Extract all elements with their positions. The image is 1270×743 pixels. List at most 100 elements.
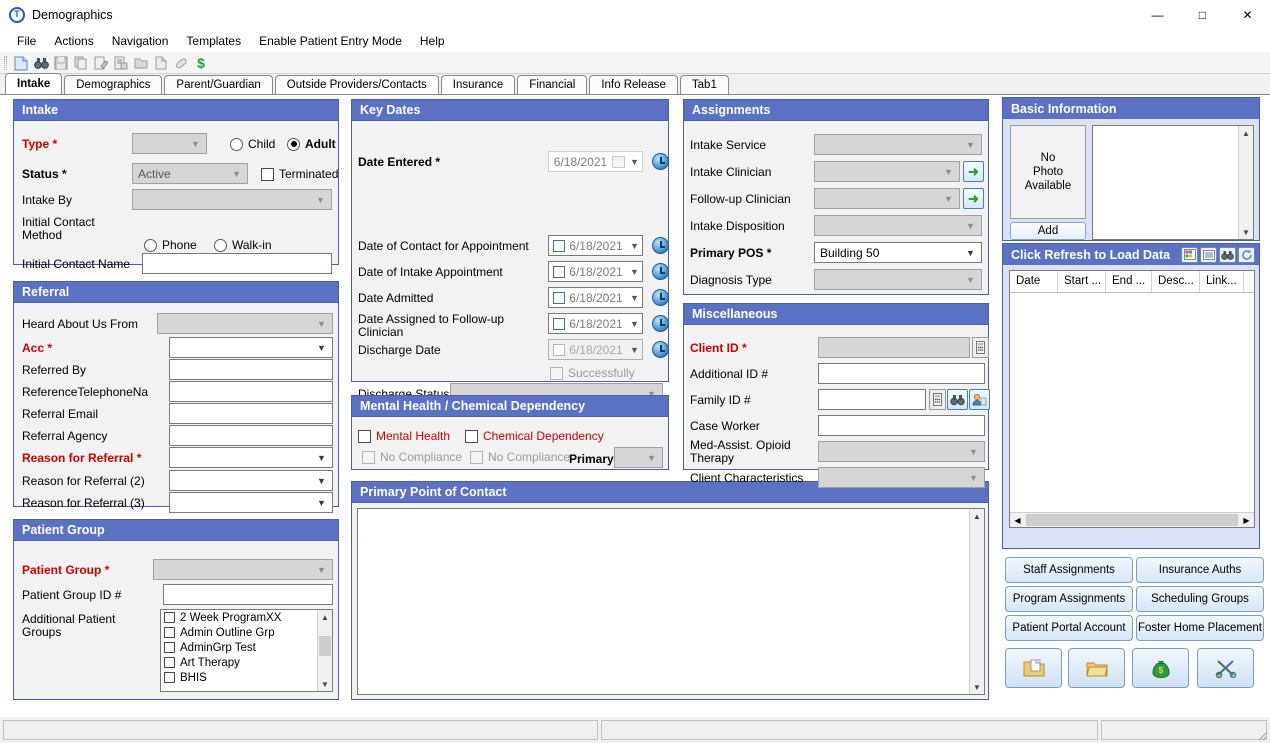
menu-item-file[interactable]: File	[8, 32, 45, 50]
list-view-icon[interactable]	[1200, 247, 1217, 263]
intake-clinician-combo[interactable]: ▼	[814, 161, 960, 182]
checkbox-chemical-dependency[interactable]: Chemical Dependency	[465, 429, 604, 443]
foster-home-placement-button[interactable]: Foster Home Placement	[1136, 615, 1264, 641]
client-id-lookup-button[interactable]	[972, 337, 989, 358]
tab-outside-providers-contacts[interactable]: Outside Providers/Contacts	[275, 75, 439, 94]
checkbox-mental-health[interactable]: Mental Health	[358, 429, 450, 443]
family-id-input[interactable]	[818, 389, 926, 410]
type-combo[interactable]: ▼	[132, 133, 207, 154]
menu-item-templates[interactable]: Templates	[177, 32, 250, 50]
family-id-lookup-button[interactable]	[929, 389, 946, 410]
referral-email-input[interactable]	[169, 403, 333, 424]
list-item-checkbox[interactable]	[164, 642, 175, 653]
discharge-date-field[interactable]: 6/18/2021 ▼	[548, 339, 643, 360]
grid-horizontal-scrollbar[interactable]: ◀ ▶	[1010, 512, 1254, 527]
case-worker-input[interactable]	[818, 415, 985, 436]
chevron-down-icon[interactable]: ▼	[627, 319, 642, 329]
radio-walkin[interactable]: Walk-in	[214, 238, 272, 252]
tab-intake[interactable]: Intake	[5, 73, 62, 94]
checkbox-terminated[interactable]: Terminated	[261, 167, 338, 181]
scroll-left-icon[interactable]: ◀	[1010, 513, 1025, 527]
minimize-button[interactable]: —	[1135, 0, 1180, 30]
scroll-right-icon[interactable]: ▶	[1239, 513, 1254, 527]
primary-point-of-contact-textarea[interactable]: ▲ ▼	[357, 508, 985, 695]
grid-column-start[interactable]: Start ...	[1058, 271, 1106, 292]
family-find-binoculars-icon[interactable]	[947, 389, 968, 410]
intake-clinician-goto-button[interactable]: ➜	[963, 161, 984, 182]
reason-for-referral-2-combo[interactable]: ▼	[169, 470, 333, 491]
clock-icon-date-assigned[interactable]	[652, 315, 669, 332]
checkbox-no-compliance-mh[interactable]: No Compliance	[362, 450, 462, 464]
radio-phone[interactable]: Phone	[144, 238, 197, 252]
discharge-date-checkbox[interactable]	[553, 344, 565, 356]
tab-tab1[interactable]: Tab1	[680, 75, 729, 94]
client-characteristics-combo[interactable]: ▼	[818, 467, 985, 488]
date-contact-appointment-checkbox[interactable]	[553, 240, 565, 252]
tab-parent-guardian[interactable]: Parent/Guardian	[164, 75, 272, 94]
list-item-checkbox[interactable]	[164, 627, 175, 638]
chevron-down-icon[interactable]: ▼	[627, 345, 642, 355]
list-item[interactable]: 2 Week ProgramXX	[161, 610, 332, 625]
menu-item-help[interactable]: Help	[411, 32, 454, 50]
folder-document-icon-button[interactable]	[1005, 648, 1062, 688]
date-entered-field[interactable]: 6/18/2021 ▼	[548, 151, 643, 172]
refresh-data-grid[interactable]: Date Start ... End ... Desc... Link... ◀…	[1009, 270, 1255, 528]
scrollbar-thumb[interactable]	[319, 636, 331, 656]
chevron-down-icon[interactable]: ▼	[627, 241, 642, 251]
staff-assignments-button[interactable]: Staff Assignments	[1005, 557, 1133, 583]
grid-column-end[interactable]: End ...	[1106, 271, 1152, 292]
client-id-input[interactable]	[818, 337, 970, 358]
resize-grip[interactable]	[1256, 729, 1268, 741]
checkbox-no-compliance-cd[interactable]: No Compliance	[470, 450, 570, 464]
scroll-up-icon[interactable]: ▲	[970, 509, 984, 523]
document-icon[interactable]	[151, 53, 171, 73]
menu-item-navigation[interactable]: Navigation	[103, 32, 178, 50]
maximize-button[interactable]: □	[1180, 0, 1225, 30]
radio-child[interactable]: Child	[230, 137, 275, 151]
chevron-down-icon[interactable]: ▼	[627, 157, 642, 167]
patient-group-id-input[interactable]	[163, 584, 333, 605]
calendar-icon[interactable]	[612, 156, 625, 168]
insurance-auths-button[interactable]: Insurance Auths	[1136, 557, 1264, 583]
list-item[interactable]: Art Therapy	[161, 655, 332, 670]
chevron-down-icon[interactable]: ▼	[627, 293, 642, 303]
reason-for-referral-combo[interactable]: ▼	[169, 447, 333, 468]
scissors-tools-icon-button[interactable]	[1197, 648, 1254, 688]
patient-group-combo[interactable]: ▼	[153, 559, 333, 580]
copy-icon[interactable]	[71, 53, 91, 73]
referral-agency-input[interactable]	[169, 425, 333, 446]
find-binoculars-icon[interactable]	[31, 53, 51, 73]
acc-combo[interactable]: ▼	[169, 337, 333, 358]
clock-icon-discharge-date[interactable]	[652, 341, 669, 358]
date-intake-appointment-field[interactable]: 6/18/2021 ▼	[548, 261, 643, 282]
list-item-checkbox[interactable]	[164, 612, 175, 623]
report-icon[interactable]	[111, 53, 131, 73]
save-icon[interactable]	[51, 53, 71, 73]
followup-clinician-goto-button[interactable]: ➜	[963, 188, 984, 209]
additional-id-input[interactable]	[818, 363, 985, 384]
new-document-icon[interactable]	[11, 53, 31, 73]
grid-column-link[interactable]: Link...	[1200, 271, 1244, 292]
tab-insurance[interactable]: Insurance	[441, 75, 516, 94]
find-binoculars-icon[interactable]	[1219, 247, 1236, 263]
tab-info-release[interactable]: Info Release	[589, 75, 678, 94]
clock-icon-date-contact[interactable]	[652, 237, 669, 254]
clock-icon-date-admitted[interactable]	[652, 289, 669, 306]
menu-item-actions[interactable]: Actions	[45, 32, 102, 50]
list-item[interactable]: AdminGrp Test	[161, 640, 332, 655]
date-assigned-followup-field[interactable]: 6/18/2021 ▼	[548, 313, 643, 334]
date-admitted-checkbox[interactable]	[553, 292, 565, 304]
list-item[interactable]: BHIS	[161, 670, 332, 685]
date-assigned-followup-checkbox[interactable]	[553, 318, 565, 330]
scroll-up-icon[interactable]: ▲	[1239, 126, 1253, 140]
diagnosis-type-combo[interactable]: ▼	[814, 269, 982, 290]
list-item[interactable]: Admin Outline Grp	[161, 625, 332, 640]
tab-demographics[interactable]: Demographics	[64, 75, 162, 94]
radio-adult[interactable]: Adult	[287, 137, 336, 151]
grid-column-desc[interactable]: Desc...	[1152, 271, 1200, 292]
open-folder-icon-button[interactable]	[1068, 648, 1125, 688]
heard-about-us-from-combo[interactable]: ▼	[157, 313, 333, 334]
checkbox-successfully[interactable]: Successfully	[550, 366, 635, 380]
status-combo[interactable]: Active ▼	[132, 163, 248, 184]
additional-patient-groups-list[interactable]: 2 Week ProgramXX Admin Outline Grp Admin…	[160, 609, 333, 692]
